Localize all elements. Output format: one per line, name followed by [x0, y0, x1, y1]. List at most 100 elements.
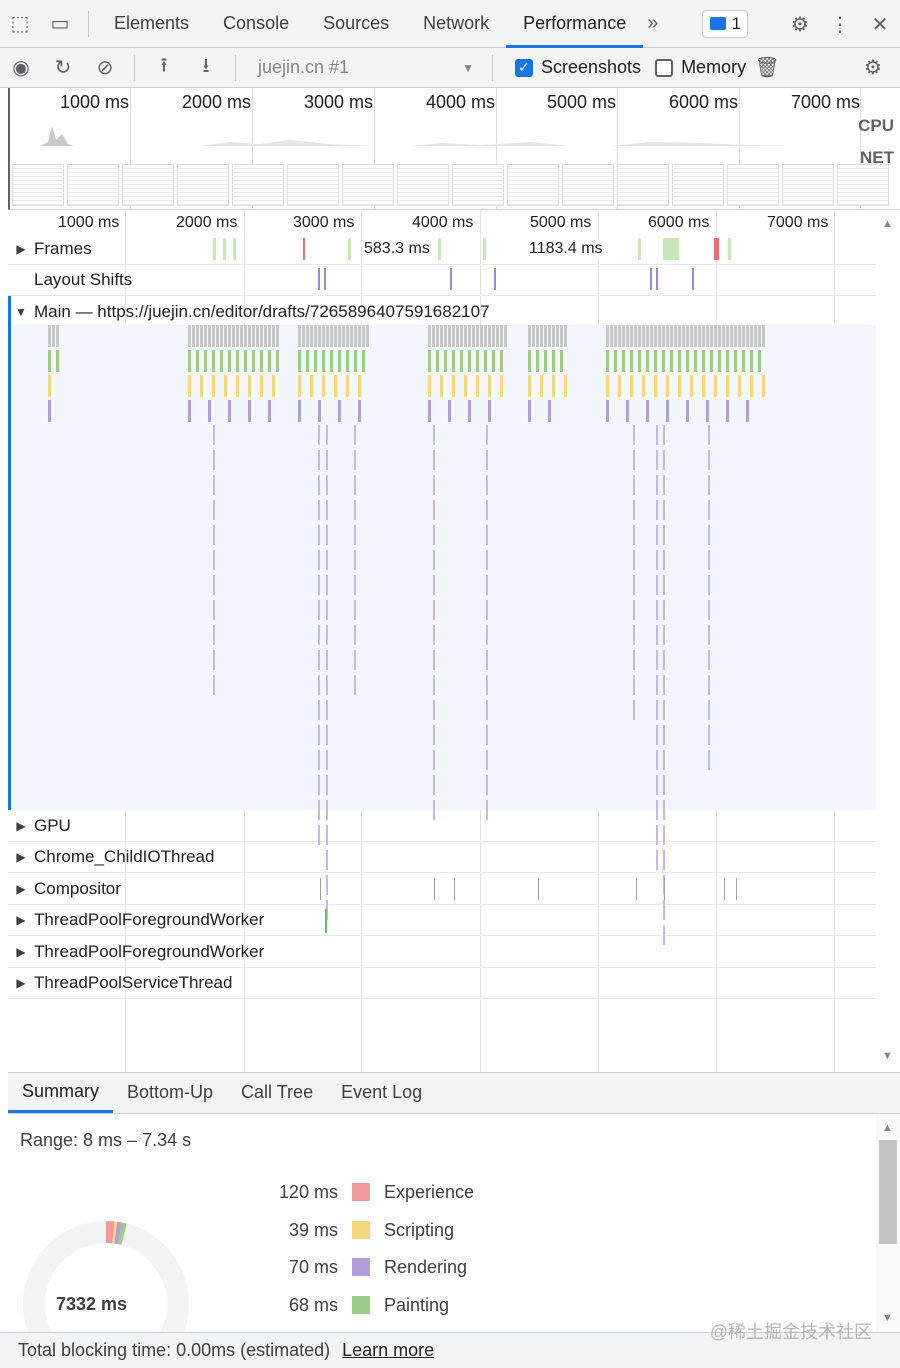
- trace-event[interactable]: [618, 375, 621, 397]
- trace-event[interactable]: [663, 600, 665, 620]
- trace-event[interactable]: [742, 325, 745, 347]
- trace-event[interactable]: [476, 325, 479, 347]
- trace-event[interactable]: [220, 350, 223, 372]
- trace-event[interactable]: [538, 878, 539, 900]
- trace-event[interactable]: [614, 325, 617, 347]
- trace-event[interactable]: [188, 325, 191, 347]
- summary-scrollbar[interactable]: ▲ ▼: [876, 1114, 900, 1332]
- trace-event[interactable]: [228, 325, 231, 347]
- trace-event[interactable]: [444, 325, 447, 347]
- trace-event[interactable]: [663, 900, 665, 920]
- trace-event[interactable]: [354, 575, 356, 595]
- trace-event[interactable]: [433, 700, 435, 720]
- trace-event[interactable]: [726, 375, 729, 397]
- trace-event[interactable]: [560, 325, 563, 347]
- trace-event[interactable]: [708, 425, 710, 445]
- screenshot-thumbnail[interactable]: [507, 164, 559, 206]
- trace-event[interactable]: [633, 525, 635, 545]
- trace-event[interactable]: [670, 350, 673, 372]
- trace-event[interactable]: [318, 575, 320, 595]
- trace-event[interactable]: [326, 500, 328, 520]
- trace-event[interactable]: [354, 600, 356, 620]
- trace-event[interactable]: [433, 750, 435, 770]
- trace-event[interactable]: [366, 325, 369, 347]
- trace-event[interactable]: [358, 325, 361, 347]
- trace-event[interactable]: [656, 700, 658, 720]
- trace-event[interactable]: [213, 500, 215, 520]
- trace-event[interactable]: [346, 325, 349, 347]
- trace-event[interactable]: [213, 525, 215, 545]
- screenshot-thumbnail[interactable]: [397, 164, 449, 206]
- trace-event[interactable]: [318, 625, 320, 645]
- trace-event[interactable]: [318, 775, 320, 795]
- trace-event[interactable]: [708, 700, 710, 720]
- trace-event[interactable]: [663, 725, 665, 745]
- trace-event[interactable]: [706, 400, 709, 422]
- capture-settings-icon[interactable]: ⚙: [852, 48, 894, 88]
- trace-event[interactable]: [486, 600, 488, 620]
- expand-triangle-icon[interactable]: ▶: [8, 976, 34, 990]
- trace-event[interactable]: [544, 350, 547, 372]
- trace-event[interactable]: [758, 350, 761, 372]
- trace-event[interactable]: [306, 350, 309, 372]
- trace-event[interactable]: [656, 550, 658, 570]
- trace-event[interactable]: [622, 325, 625, 347]
- trace-event[interactable]: [433, 550, 435, 570]
- trace-event[interactable]: [633, 700, 635, 720]
- trace-event[interactable]: [433, 800, 435, 820]
- trace-event[interactable]: [213, 450, 215, 470]
- trace-event[interactable]: [326, 550, 328, 570]
- trace-event[interactable]: [348, 238, 351, 260]
- trace-event[interactable]: [694, 350, 697, 372]
- trace-event[interactable]: [320, 878, 321, 900]
- trace-event[interactable]: [486, 475, 488, 495]
- trace-event[interactable]: [663, 675, 665, 695]
- trace-event[interactable]: [738, 375, 741, 397]
- trace-event[interactable]: [556, 325, 559, 347]
- trace-event[interactable]: [318, 600, 320, 620]
- trace-event[interactable]: [354, 550, 356, 570]
- trace-event[interactable]: [626, 325, 629, 347]
- trace-event[interactable]: [656, 625, 658, 645]
- trace-event[interactable]: [244, 350, 247, 372]
- expand-triangle-icon[interactable]: ▶: [8, 913, 34, 927]
- trace-event[interactable]: [654, 375, 657, 397]
- screenshots-checkbox[interactable]: ✓ Screenshots: [515, 57, 641, 78]
- trace-event[interactable]: [468, 325, 471, 347]
- trace-event[interactable]: [670, 325, 673, 347]
- trace-event[interactable]: [750, 325, 753, 347]
- trace-event[interactable]: [633, 600, 635, 620]
- trace-event[interactable]: [540, 325, 543, 347]
- trace-event[interactable]: [354, 650, 356, 670]
- trace-event[interactable]: [528, 375, 531, 397]
- trace-event[interactable]: [213, 425, 215, 445]
- trace-event[interactable]: [708, 550, 710, 570]
- trace-event[interactable]: [213, 575, 215, 595]
- trace-event[interactable]: [318, 700, 320, 720]
- trace-event[interactable]: [456, 325, 459, 347]
- trace-event[interactable]: [276, 350, 279, 372]
- trace-event[interactable]: [486, 450, 488, 470]
- expand-triangle-icon[interactable]: ▶: [8, 242, 34, 256]
- trace-event[interactable]: [433, 600, 435, 620]
- trace-event[interactable]: [663, 238, 679, 260]
- trace-event[interactable]: [434, 878, 435, 900]
- collect-garbage-icon[interactable]: 🗑: [746, 48, 788, 88]
- trace-event[interactable]: [504, 325, 507, 347]
- trace-event[interactable]: [646, 400, 649, 422]
- trace-event[interactable]: [730, 325, 733, 347]
- tab-bottom-up[interactable]: Bottom-Up: [113, 1072, 227, 1113]
- trace-event[interactable]: [702, 350, 705, 372]
- trace-event[interactable]: [656, 450, 658, 470]
- trace-event[interactable]: [662, 350, 665, 372]
- trace-event[interactable]: [708, 675, 710, 695]
- trace-event[interactable]: [663, 700, 665, 720]
- tab-performance[interactable]: Performance: [506, 0, 644, 48]
- trace-event[interactable]: [633, 550, 635, 570]
- trace-event[interactable]: [552, 350, 555, 372]
- trace-event[interactable]: [484, 325, 487, 347]
- trace-event[interactable]: [472, 325, 475, 347]
- trace-event[interactable]: [298, 375, 301, 397]
- trace-event[interactable]: [708, 600, 710, 620]
- trace-event[interactable]: [326, 775, 328, 795]
